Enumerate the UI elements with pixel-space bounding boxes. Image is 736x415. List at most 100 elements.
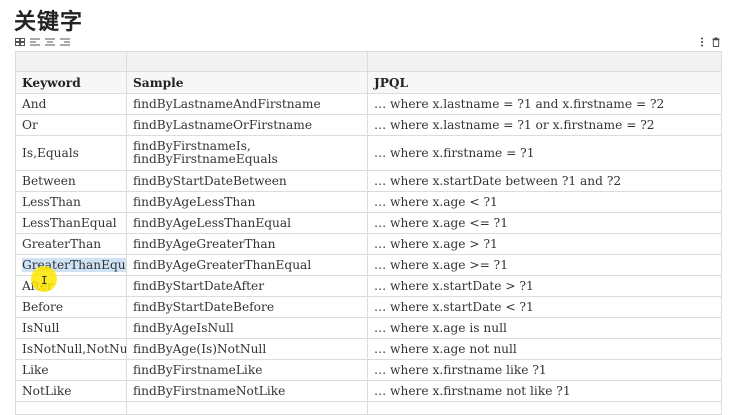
table-row-partial [15,401,722,415]
keyword-text: LessThanEqual [22,216,117,230]
sample-text: findByLastnameOrFirstname [133,118,313,132]
jpql-cell[interactable]: … where x.age < ?1 [367,191,722,213]
align-right-icon[interactable] [60,38,70,46]
jpql-cell[interactable]: … where x.startDate > ?1 [367,275,722,297]
table-toolbar [15,38,70,46]
jpql-text: … where x.age not null [374,342,517,356]
header-keyword[interactable]: Keyword [15,71,127,94]
sample-cell[interactable]: findByAgeGreaterThanEqual [126,254,368,276]
keyword-cell[interactable]: And [15,93,127,115]
sample-cell[interactable]: findByFirstnameLike [126,359,368,381]
sample-text: findByAgeGreaterThan [133,237,276,251]
sample-cell[interactable]: findByFirstnameIs, findByFirstnameEquals [126,135,368,171]
jpql-cell[interactable]: … where x.firstname not like ?1 [367,380,722,402]
sample-cell[interactable]: findByAgeLessThanEqual [126,212,368,234]
jpql-cell[interactable]: … where x.firstname = ?1 [367,135,722,171]
jpql-text: … where x.firstname like ?1 [374,363,547,377]
sample-cell[interactable]: findByAgeLessThan [126,191,368,213]
table-row: IsNotNull,NotNull findByAge(Is)NotNull … w… [15,338,722,360]
sample-cell[interactable]: findByStartDateBefore [126,296,368,318]
sample-text: findByStartDateBetween [133,174,287,188]
jpql-cell[interactable]: … where x.age >= ?1 [367,254,722,276]
keyword-text: Or [22,118,38,132]
table-cell[interactable] [15,51,127,72]
table-actions [698,37,720,47]
sample-text: findByFirstnameIs, findByFirstnameEquals [133,139,278,166]
table-cell[interactable] [126,51,368,72]
sample-text: findByFirstnameLike [133,363,263,377]
text-cursor-icon: I [41,274,48,287]
table-row: Before findByStartDateBefore … where x.sta… [15,296,722,318]
sample-cell[interactable]: findByAgeGreaterThan [126,233,368,255]
keyword-text: And [22,97,47,111]
sample-cell[interactable]: findByFirstnameNotLike [126,380,368,402]
sample-text: findByAgeLessThan [133,195,256,209]
table-cell[interactable] [15,401,127,415]
table-row: Or findByLastnameOrFirstname … where x.las… [15,114,722,136]
jpql-cell[interactable]: … where x.startDate between ?1 and ?2 [367,170,722,192]
table-row: Is,Equals findByFirstnameIs, findByFirstn… [15,135,722,171]
keyword-cell[interactable]: Like [15,359,127,381]
table-blank-row [15,51,722,72]
table-header-row: Keyword Sample JPQL [15,71,722,94]
sample-cell[interactable]: findByLastnameAndFirstname [126,93,368,115]
keyword-cell[interactable]: Between [15,170,127,192]
keyword-cell[interactable]: IsNotNull,NotNull [15,338,127,360]
table-row: IsNull findByAgeIsNull … where x.age is nu… [15,317,722,339]
table-cell[interactable] [367,51,722,72]
table-row: LessThan findByAgeLessThan … where x.age <… [15,191,722,213]
jpql-text: … where x.startDate < ?1 [374,300,534,314]
jpql-cell[interactable]: … where x.firstname like ?1 [367,359,722,381]
sample-text: findByFirstnameNotLike [133,384,286,398]
sample-text: findByStartDateBefore [133,300,275,314]
keyword-cell[interactable]: Or [15,114,127,136]
table-row: Like findByFirstnameLike … where x.firstna… [15,359,722,381]
table-cell[interactable] [126,401,368,415]
keyword-cell[interactable]: NotLike [15,380,127,402]
sample-cell[interactable]: findByAge(Is)NotNull [126,338,368,360]
jpql-text: … where x.age > ?1 [374,237,498,251]
jpql-text: … where x.age < ?1 [374,195,498,209]
jpql-cell[interactable]: … where x.lastname = ?1 and x.firstname … [367,93,722,115]
table-cell[interactable] [367,401,722,415]
table-row: LessThanEqual findByAgeLessThanEqual … whe… [15,212,722,234]
keyword-cell[interactable]: IsNull [15,317,127,339]
keyword-text: IsNull [22,321,60,335]
jpql-text: … where x.firstname = ?1 [374,145,535,160]
jpql-cell[interactable]: … where x.age <= ?1 [367,212,722,234]
jpql-cell[interactable]: … where x.age not null [367,338,722,360]
table-grid-icon[interactable] [15,38,25,46]
keyword-cell[interactable]: LessThan [15,191,127,213]
sample-cell[interactable]: findByStartDateAfter [126,275,368,297]
jpql-cell[interactable]: … where x.lastname = ?1 or x.firstname =… [367,114,722,136]
keyword-text: Is,Equals [22,145,79,160]
jpql-text: … where x.startDate > ?1 [374,279,534,293]
jpql-text: … where x.age <= ?1 [374,216,508,230]
jpql-cell[interactable]: … where x.age is null [367,317,722,339]
sample-cell[interactable]: findByStartDateBetween [126,170,368,192]
header-sample[interactable]: Sample [126,71,368,94]
align-center-icon[interactable] [45,38,55,46]
keyword-text: Between [22,174,76,188]
sample-cell[interactable]: findByAgeIsNull [126,317,368,339]
keyword-cell[interactable]: LessThanEqual [15,212,127,234]
sample-cell[interactable]: findByLastnameOrFirstname [126,114,368,136]
trash-icon[interactable] [712,37,720,47]
more-vertical-icon[interactable] [698,37,706,47]
jpql-cell[interactable]: … where x.startDate < ?1 [367,296,722,318]
keyword-text: LessThan [22,195,81,209]
keyword-cell[interactable]: Is,Equals [15,135,127,171]
jpql-cell[interactable]: … where x.age > ?1 [367,233,722,255]
keyword-text: Before [22,300,64,314]
jpql-text: … where x.lastname = ?1 and x.firstname … [374,97,665,111]
keyword-cell[interactable]: Before [15,296,127,318]
table-row: And findByLastnameAndFirstname … where x.l… [15,93,722,115]
keyword-table: Keyword Sample JPQL And findByLastnameAnd… [15,51,722,415]
table-row: GreaterThan findByAgeGreaterThan … where x… [15,233,722,255]
header-jpql[interactable]: JPQL [367,71,722,94]
jpql-text: … where x.age >= ?1 [374,258,508,272]
align-left-icon[interactable] [30,38,40,46]
keyword-text: GreaterThan [22,237,102,251]
keyword-cell[interactable]: GreaterThan [15,233,127,255]
sample-text: findByAge(Is)NotNull [133,342,267,356]
